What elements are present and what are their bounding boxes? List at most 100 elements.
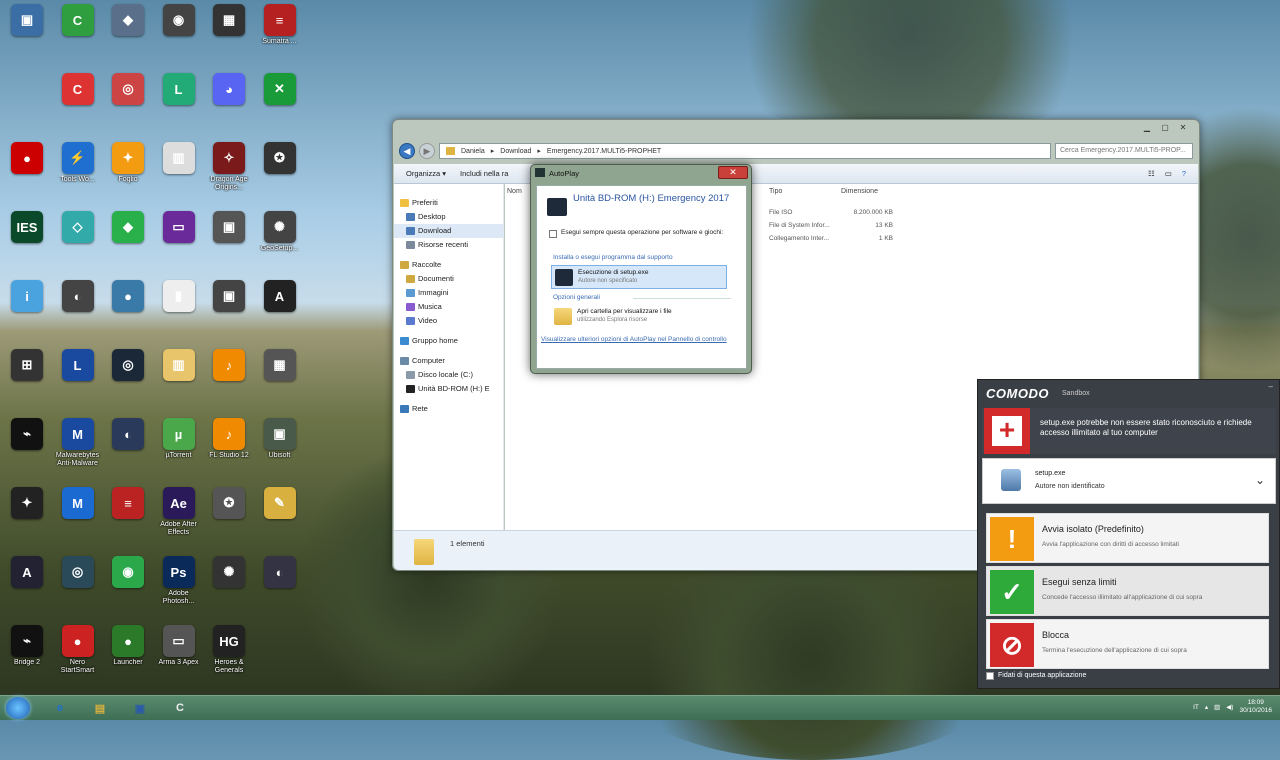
- desktop-icon[interactable]: ✪: [255, 140, 305, 208]
- desktop-icon[interactable]: ▣: [2, 2, 52, 70]
- desktop-icon[interactable]: ✪: [204, 485, 254, 553]
- desktop-icon[interactable]: ▭ Arma 3 Apex: [154, 623, 204, 691]
- autoplay-titlebar[interactable]: AutoPlay ✕: [531, 165, 751, 181]
- column-type[interactable]: Tipo: [769, 188, 782, 195]
- clock[interactable]: 18:09 30/10/2016: [1239, 699, 1272, 715]
- desktop-icon[interactable]: ▥: [154, 140, 204, 208]
- desktop-icon[interactable]: IES: [2, 209, 52, 277]
- desktop-icon[interactable]: ✺: [204, 554, 254, 622]
- explorer-titlebar[interactable]: ▁ ▢ ✕: [393, 120, 1199, 144]
- preview-pane-icon[interactable]: ▭: [1165, 169, 1172, 178]
- desktop-icon[interactable]: ⚡ Tools Wo...: [53, 140, 103, 208]
- sandbox-action[interactable]: ! Avvia isolato (Predefinito) Avvia l'appl…: [986, 513, 1269, 563]
- desktop-icon[interactable]: L: [154, 71, 204, 139]
- desktop-icon[interactable]: ● Nero StartSmart: [53, 623, 103, 691]
- nav-item[interactable]: Risorse recenti: [394, 238, 503, 252]
- desktop-icon[interactable]: ≡: [103, 485, 153, 553]
- autoplay-dialog[interactable]: AutoPlay ✕ Unità BD-ROM (H:) Emergency 2…: [530, 164, 752, 374]
- view-icon[interactable]: ☷: [1148, 169, 1155, 178]
- sandbox-action[interactable]: ✓ Esegui senza limiti Concede l'accesso il…: [986, 566, 1269, 616]
- desktop-icon[interactable]: ◉: [103, 554, 153, 622]
- desktop-icon[interactable]: ✦ Foglio: [103, 140, 153, 208]
- desktop-icon[interactable]: ◐: [53, 278, 103, 346]
- desktop-icon[interactable]: ●: [103, 278, 153, 346]
- desktop-icon[interactable]: HG Heroes & Generals: [204, 623, 254, 691]
- desktop-icon[interactable]: C: [53, 71, 103, 139]
- chevron-down-icon[interactable]: ⌄: [1255, 473, 1265, 487]
- desktop-icon[interactable]: ◕: [204, 71, 254, 139]
- desktop-icon[interactable]: ●: [2, 140, 52, 208]
- forward-icon[interactable]: ▶: [419, 143, 435, 159]
- desktop-icon[interactable]: M: [53, 485, 103, 553]
- breadcrumb-item[interactable]: Daniela: [461, 148, 485, 155]
- nav-item[interactable]: Musica: [394, 300, 503, 314]
- taskbar-app-button[interactable]: e: [42, 698, 78, 718]
- taskbar-app-button[interactable]: ▣: [122, 698, 158, 718]
- checkbox[interactable]: [986, 672, 994, 680]
- desktop-icon[interactable]: ✧ Dragon Age Origins...: [204, 140, 254, 208]
- minimize-icon[interactable]: –: [1269, 382, 1273, 391]
- nav-item[interactable]: Preferiti: [394, 196, 503, 210]
- trust-checkbox[interactable]: Fidati di questa applicazione: [986, 672, 1086, 680]
- breadcrumb-item[interactable]: Emergency.2017.MULTi5-PROPHET: [547, 148, 661, 155]
- comodo-sandbox-alert[interactable]: COMODO Sandbox – + setup.exe potrebbe no…: [977, 379, 1280, 689]
- desktop-icon[interactable]: i: [2, 278, 52, 346]
- desktop-icon[interactable]: ▣ Ubisoft: [255, 416, 305, 484]
- desktop-icon[interactable]: Ps Adobe Photosh...: [154, 554, 204, 622]
- app-details[interactable]: setup.exe Autore non identificato ⌄: [982, 458, 1276, 504]
- start-button[interactable]: [6, 697, 30, 719]
- control-panel-link[interactable]: Visualizzare ulteriori opzioni di AutoPl…: [541, 336, 741, 344]
- desktop-icon[interactable]: C: [53, 2, 103, 70]
- desktop-icon[interactable]: ◇: [53, 209, 103, 277]
- desktop-icon[interactable]: A: [255, 278, 305, 346]
- address-bar[interactable]: Daniela ▸ Download ▸ Emergency.2017.MULT…: [439, 143, 1051, 159]
- help-icon[interactable]: ?: [1182, 169, 1186, 178]
- desktop-icon[interactable]: ✦: [2, 485, 52, 553]
- desktop-icon[interactable]: M Malwarebytes Anti-Malware: [53, 416, 103, 484]
- column-size[interactable]: Dimensione: [841, 188, 878, 195]
- desktop-icon[interactable]: ✺ GeoSetup...: [255, 209, 305, 277]
- desktop-icon[interactable]: ♪ FL Studio 12: [204, 416, 254, 484]
- taskbar-app-button[interactable]: C: [162, 698, 198, 718]
- desktop-icon[interactable]: ◎: [103, 347, 153, 415]
- desktop-icon[interactable]: ◆: [103, 2, 153, 70]
- desktop-icon[interactable]: ◆: [103, 209, 153, 277]
- open-folder-option[interactable]: Apri cartella per visualizzare i file ut…: [551, 305, 727, 329]
- back-icon[interactable]: ◀: [399, 143, 415, 159]
- desktop-icon[interactable]: ◎: [103, 71, 153, 139]
- desktop-icon[interactable]: ◎: [53, 554, 103, 622]
- desktop-icon[interactable]: ⌁ Bridge 2: [2, 623, 52, 691]
- nav-item[interactable]: Video: [394, 314, 503, 328]
- desktop-icon[interactable]: ✕: [255, 71, 305, 139]
- nav-item[interactable]: Computer: [394, 354, 503, 368]
- sandbox-action[interactable]: ⊘ Blocca Termina l'esecuzione dell'applica…: [986, 619, 1269, 669]
- always-do-checkbox[interactable]: Esegui sempre questa operazione per soft…: [549, 229, 739, 238]
- desktop-icon[interactable]: ⊞: [2, 347, 52, 415]
- nav-item[interactable]: Desktop: [394, 210, 503, 224]
- desktop-icon[interactable]: ◉: [154, 2, 204, 70]
- volume-icon[interactable]: ◀): [1226, 703, 1233, 711]
- desktop-icon[interactable]: Ae Adobe After Effects: [154, 485, 204, 553]
- desktop-icon[interactable]: ✎: [255, 485, 305, 553]
- nav-item[interactable]: Raccolte: [394, 258, 503, 272]
- desktop-icon[interactable]: A: [2, 554, 52, 622]
- nav-item[interactable]: Disco locale (C:): [394, 368, 503, 382]
- run-setup-option[interactable]: Esecuzione di setup.exe Autore non speci…: [551, 265, 727, 289]
- network-icon[interactable]: ▥: [1214, 703, 1220, 711]
- desktop-icon[interactable]: ● Launcher: [103, 623, 153, 691]
- column-name[interactable]: Nom: [507, 188, 522, 195]
- tray-arrow-icon[interactable]: ▴: [1205, 703, 1208, 711]
- desktop-icon[interactable]: ▥: [154, 347, 204, 415]
- close-button[interactable]: ✕: [718, 166, 748, 179]
- desktop-icon[interactable]: ≡ Sumatra ...: [255, 2, 305, 70]
- desktop-icon[interactable]: ◐: [255, 554, 305, 622]
- desktop-icon[interactable]: ♪: [204, 347, 254, 415]
- desktop-icon[interactable]: ◐: [103, 416, 153, 484]
- desktop-icon[interactable]: ▭: [154, 209, 204, 277]
- nav-item[interactable]: Gruppo home: [394, 334, 503, 348]
- include-button[interactable]: Includi nella ra: [460, 169, 508, 178]
- breadcrumb-item[interactable]: Download: [500, 148, 531, 155]
- desktop-icon[interactable]: ▣: [204, 278, 254, 346]
- desktop-icon[interactable]: µ µTorrent: [154, 416, 204, 484]
- checkbox[interactable]: [549, 230, 557, 238]
